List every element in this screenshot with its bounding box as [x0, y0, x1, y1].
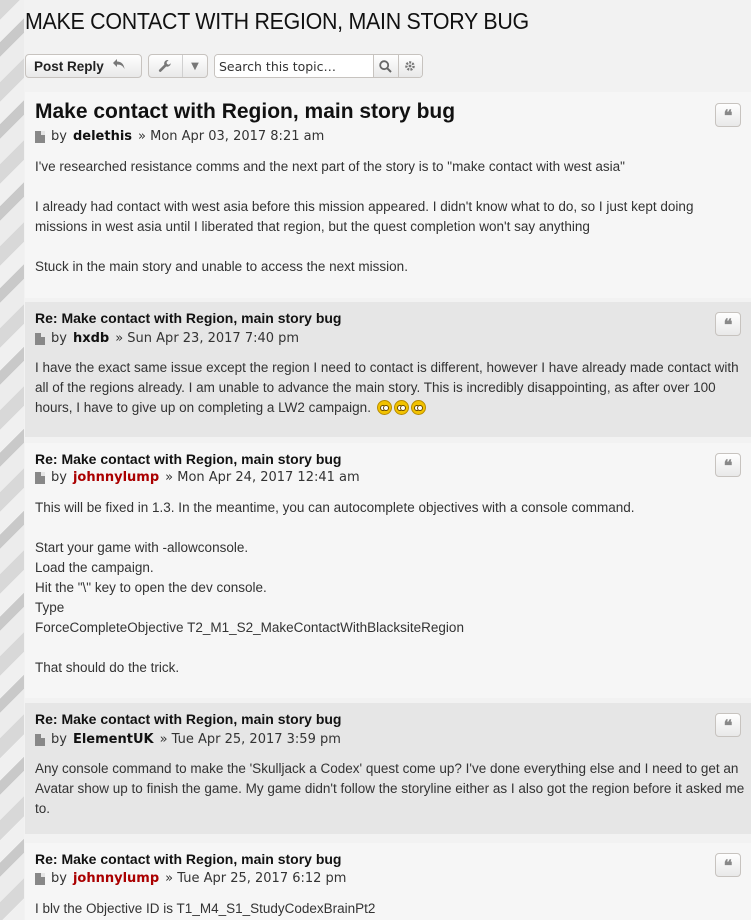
post-title[interactable]: Make contact with Region, main story bug	[35, 100, 455, 124]
post: Make contact with Region, main story bug…	[25, 92, 751, 298]
post-meta: by hxdb » Sun Apr 23, 2017 7:40 pm	[35, 331, 299, 346]
post-date: » Mon Apr 03, 2017 8:21 am	[138, 129, 325, 144]
post-title[interactable]: Re: Make contact with Region, main story…	[35, 851, 341, 867]
quote-button[interactable]: ❝	[715, 453, 741, 477]
post-paragraph: I've researched resistance comms and the…	[35, 159, 625, 174]
post-date: » Tue Apr 25, 2017 3:59 pm	[159, 732, 341, 747]
quote-icon: ❝	[723, 314, 733, 334]
post-paragraph: Stuck in the main story and unable to ac…	[35, 259, 408, 274]
rolling-eyes-emoji-icon	[410, 400, 426, 415]
post-paragraph: I blv the Objective ID is T1_M4_S1_Study…	[35, 901, 376, 916]
post: Re: Make contact with Region, main story…	[25, 843, 751, 920]
post-title[interactable]: Re: Make contact with Region, main story…	[35, 310, 341, 326]
post-file-icon[interactable]	[35, 733, 45, 746]
post-content: I have the exact same issue except the r…	[35, 358, 747, 418]
post-content: I blv the Objective ID is T1_M4_S1_Study…	[35, 899, 741, 919]
post-author[interactable]: johnnylump	[73, 871, 159, 886]
by-label: by	[51, 470, 67, 485]
post-paragraph: This will be fixed in 1.3. In the meanti…	[35, 500, 635, 515]
wrench-icon	[149, 59, 182, 73]
post-file-icon[interactable]	[35, 130, 45, 143]
quote-icon: ❝	[723, 105, 733, 125]
post-file-icon[interactable]	[35, 332, 45, 345]
quote-icon: ❝	[723, 855, 733, 875]
search-icon	[379, 59, 392, 73]
quote-button[interactable]: ❝	[715, 853, 741, 877]
quote-icon: ❝	[723, 715, 733, 735]
post-meta: by johnnylump » Mon Apr 24, 2017 12:41 a…	[35, 470, 360, 485]
post-author[interactable]: johnnylump	[73, 470, 159, 485]
quote-button[interactable]: ❝	[715, 312, 741, 336]
post: Re: Make contact with Region, main story…	[25, 302, 751, 437]
quote-button[interactable]: ❝	[715, 103, 741, 127]
post: Re: Make contact with Region, main story…	[25, 443, 751, 698]
topic-tools-button[interactable]: ▼	[148, 54, 208, 78]
post-date: » Mon Apr 24, 2017 12:41 am	[165, 470, 360, 485]
post-author[interactable]: hxdb	[73, 331, 109, 346]
post-meta: by delethis » Mon Apr 03, 2017 8:21 am	[35, 129, 324, 144]
post-paragraph: Any console command to make the 'Skullja…	[35, 761, 745, 816]
rolling-eyes-emoji-icon	[376, 400, 392, 415]
search-input[interactable]	[215, 55, 373, 77]
post-meta: by ElementUK » Tue Apr 25, 2017 3:59 pm	[35, 732, 341, 747]
post-content: I've researched resistance comms and the…	[35, 157, 741, 277]
quote-button[interactable]: ❝	[715, 713, 741, 737]
caret-down-icon[interactable]: ▼	[181, 55, 207, 77]
post-file-icon[interactable]	[35, 872, 45, 885]
post-paragraph: That should do the trick.	[35, 660, 180, 675]
post-paragraph: I have the exact same issue except the r…	[35, 358, 747, 418]
search-box	[214, 54, 423, 78]
by-label: by	[51, 129, 67, 144]
reply-arrow-icon	[112, 58, 126, 74]
rolling-eyes-emoji-icon	[393, 400, 409, 415]
post: Re: Make contact with Region, main story…	[25, 703, 751, 834]
post-paragraph: Start your game with -allowconsole. Load…	[35, 540, 464, 635]
search-button[interactable]	[373, 55, 398, 77]
post-title[interactable]: Re: Make contact with Region, main story…	[35, 451, 341, 467]
post-reply-label: Post Reply	[34, 58, 104, 74]
by-label: by	[51, 871, 67, 886]
post-meta: by johnnylump » Tue Apr 25, 2017 6:12 pm	[35, 871, 346, 886]
post-content: Any console command to make the 'Skullja…	[35, 759, 747, 819]
post-author[interactable]: ElementUK	[73, 732, 154, 747]
post-date: » Tue Apr 25, 2017 6:12 pm	[165, 871, 347, 886]
quote-icon: ❝	[723, 455, 733, 475]
post-author[interactable]: delethis	[73, 129, 132, 144]
advanced-search-button[interactable]	[397, 55, 422, 77]
post-title[interactable]: Re: Make contact with Region, main story…	[35, 711, 341, 727]
post-content: This will be fixed in 1.3. In the meanti…	[35, 498, 741, 678]
post-paragraph: I already had contact with west asia bef…	[35, 199, 694, 234]
gear-icon	[405, 61, 416, 71]
post-file-icon[interactable]	[35, 471, 45, 484]
topic-title[interactable]: MAKE CONTACT WITH REGION, MAIN STORY BUG	[25, 8, 529, 35]
post-date: » Sun Apr 23, 2017 7:40 pm	[115, 331, 300, 346]
action-bar: Post Reply ▼	[25, 54, 423, 78]
background-pattern	[0, 0, 24, 920]
by-label: by	[51, 331, 67, 346]
post-reply-button[interactable]: Post Reply	[25, 54, 142, 78]
by-label: by	[51, 732, 67, 747]
